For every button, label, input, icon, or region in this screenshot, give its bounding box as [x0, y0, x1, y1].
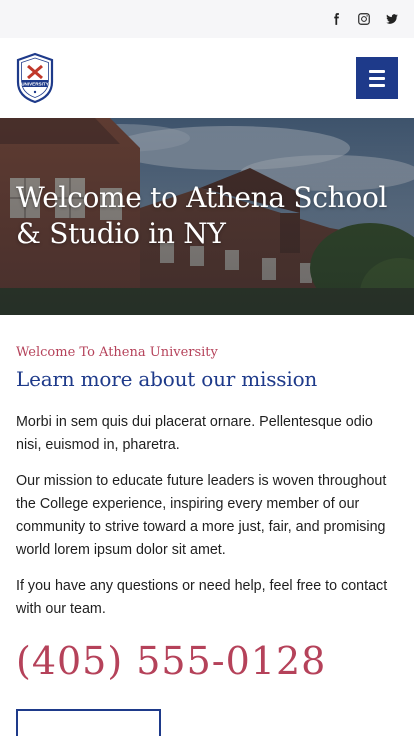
hamburger-menu-icon: [369, 69, 385, 73]
top-bar: [0, 0, 414, 38]
university-logo[interactable]: UNIVERSITY: [15, 52, 55, 104]
menu-button[interactable]: [356, 57, 398, 99]
mission-paragraph: Our mission to educate future leaders is…: [16, 473, 387, 558]
hero-title: Welcome to Athena School & Studio in NY: [16, 181, 388, 250]
section-eyebrow: Welcome To Athena University: [16, 345, 218, 360]
instagram-icon[interactable]: [356, 11, 372, 27]
section-heading: Learn more about our mission: [16, 367, 318, 391]
hero-banner: Welcome to Athena School & Studio in NY: [0, 118, 414, 315]
phone-number[interactable]: (405) 555-0128: [16, 639, 398, 683]
contact-paragraph: If you have any questions or need help, …: [16, 578, 388, 617]
twitter-icon[interactable]: [384, 11, 400, 27]
outline-button[interactable]: [16, 709, 161, 736]
logo-text: UNIVERSITY: [21, 82, 49, 87]
intro-paragraph: Morbi in sem quis dui placerat ornare. P…: [16, 414, 373, 453]
mission-section: Welcome To Athena University Learn more …: [0, 345, 414, 736]
site-header: UNIVERSITY: [0, 38, 414, 118]
facebook-icon[interactable]: [328, 11, 344, 27]
